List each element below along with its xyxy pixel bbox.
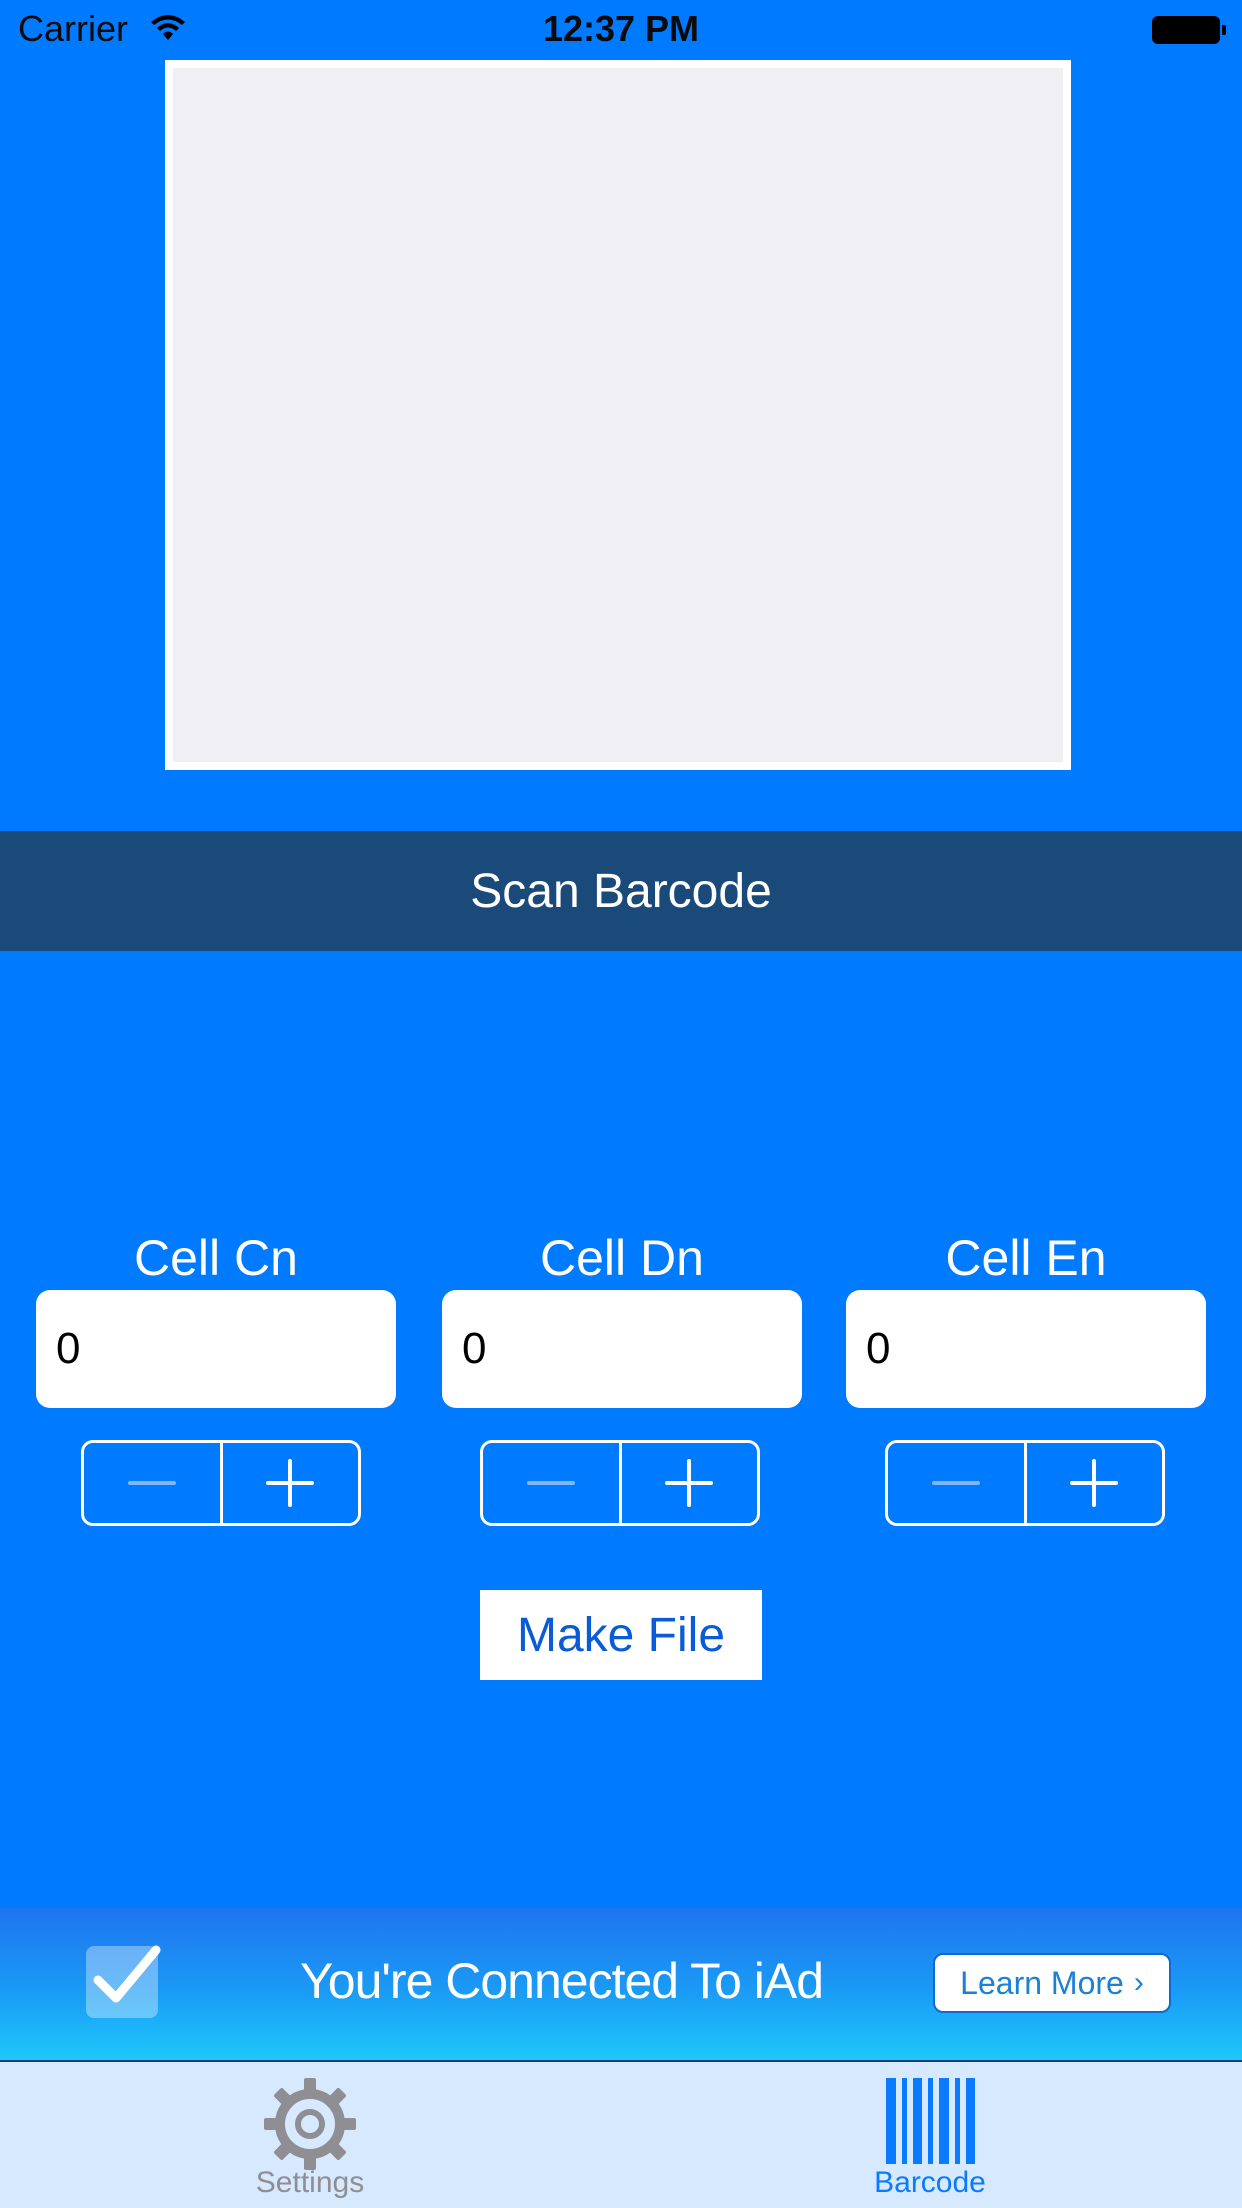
chevron-right-icon: › [1133,1966,1144,1999]
minus-icon [931,1481,980,1485]
tab-settings[interactable]: Settings [160,2062,460,2208]
cell-en-stepper [885,1440,1165,1526]
barcode-icon [886,2078,975,2164]
minus-icon [526,1481,575,1485]
scan-barcode-button[interactable]: Scan Barcode [0,831,1242,951]
minus-icon [127,1481,176,1485]
cell-cn-field[interactable] [36,1290,396,1408]
checkmark-icon [86,1945,161,2018]
cell-cn-decrement-button[interactable] [84,1443,220,1523]
status-time: 12:37 PM [542,8,700,49]
tab-bar: Settings Barcode [0,2060,1242,2208]
cell-en-field[interactable] [846,1290,1206,1408]
cell-en-decrement-button[interactable] [888,1443,1024,1523]
iad-message: You're Connected To iAd [300,1953,824,2009]
plus-icon [266,1459,315,1507]
tab-settings-label: Settings [255,2166,365,2199]
gear-icon [264,2078,356,2170]
cell-en-group: Cell En [846,1228,1206,1408]
tab-barcode-label: Barcode [874,2166,986,2199]
tab-barcode[interactable]: Barcode [780,2062,1080,2208]
camera-preview-area [173,68,1063,762]
make-file-button[interactable]: Make File [480,1590,762,1680]
cell-cn-increment-button[interactable] [219,1443,359,1523]
battery-icon [1152,16,1226,44]
cell-dn-stepper [480,1440,760,1526]
cell-en-increment-button[interactable] [1023,1443,1163,1523]
status-bar: Carrier 12:37 PM [0,0,1242,60]
iad-banner[interactable]: You're Connected To iAd Learn More › [0,1908,1242,2060]
learn-more-button[interactable]: Learn More › [933,1953,1171,2013]
cell-cn-stepper [81,1440,361,1526]
cell-cn-label: Cell Cn [134,1230,298,1286]
plus-icon [1070,1459,1119,1507]
plus-icon [665,1459,714,1507]
cell-en-label: Cell En [945,1230,1107,1286]
camera-preview [165,60,1071,770]
learn-more-label: Learn More [960,1964,1124,2001]
cell-dn-field[interactable] [442,1290,802,1408]
cell-dn-decrement-button[interactable] [483,1443,619,1523]
cell-dn-group: Cell Dn [442,1228,802,1408]
cell-cn-group: Cell Cn [36,1228,396,1408]
cell-dn-increment-button[interactable] [618,1443,758,1523]
cell-dn-label: Cell Dn [540,1230,704,1286]
